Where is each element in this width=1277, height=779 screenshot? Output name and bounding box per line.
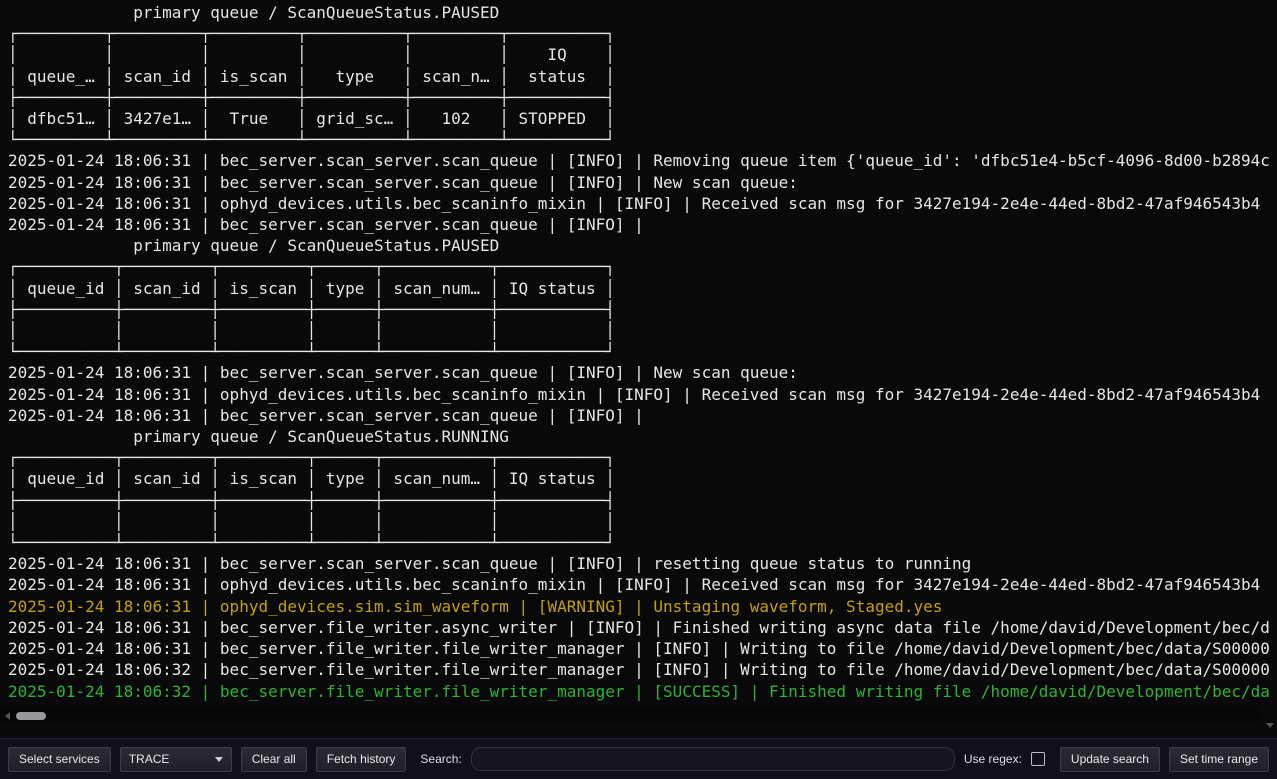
search-input[interactable] bbox=[471, 747, 955, 771]
log-line: └──────────┴─────────┴─────────┴──────┴─… bbox=[8, 341, 1277, 362]
log-line: 2025-01-24 18:06:31 | bec_server.file_wr… bbox=[8, 617, 1277, 638]
scroll-down-arrow-icon[interactable] bbox=[1266, 723, 1274, 728]
update-search-button[interactable]: Update search bbox=[1060, 747, 1160, 772]
search-label: Search: bbox=[420, 752, 461, 766]
log-line: 2025-01-24 18:06:31 | bec_server.scan_se… bbox=[8, 405, 1277, 426]
log-line: │ │ │ │ │ │ │ bbox=[8, 320, 1277, 341]
log-line: 2025-01-24 18:06:31 | ophyd_devices.sim.… bbox=[8, 596, 1277, 617]
log-line: │ │ │ │ │ │ │ bbox=[8, 511, 1277, 532]
log-line: ┌─────────┬─────────┬─────────┬─────────… bbox=[8, 23, 1277, 44]
log-line: primary queue / ScanQueueStatus.RUNNING bbox=[8, 426, 1277, 447]
clear-all-button[interactable]: Clear all bbox=[241, 747, 307, 772]
log-line: │ queue_id │ scan_id │ is_scan │ type │ … bbox=[8, 278, 1277, 299]
log-line: │ queue_id │ scan_id │ is_scan │ type │ … bbox=[8, 468, 1277, 489]
log-line: 2025-01-24 18:06:31 | bec_server.file_wr… bbox=[8, 638, 1277, 659]
log-line: 2025-01-24 18:06:31 | bec_server.scan_se… bbox=[8, 150, 1277, 171]
horizontal-scrollbar[interactable] bbox=[0, 708, 1260, 723]
log-line: 2025-01-24 18:06:32 | bec_server.file_wr… bbox=[8, 659, 1277, 680]
log-line: 2025-01-24 18:06:31 | bec_server.scan_se… bbox=[8, 553, 1277, 574]
select-services-button[interactable]: Select services bbox=[8, 747, 111, 772]
log-line: │ │ │ │ │ │ IQ │ bbox=[8, 44, 1277, 65]
scroll-left-arrow-icon[interactable] bbox=[5, 712, 10, 720]
log-level-selected-value: TRACE bbox=[129, 752, 170, 766]
set-time-range-button[interactable]: Set time range bbox=[1169, 747, 1269, 772]
log-line: 2025-01-24 18:06:32 | bec_server.file_wr… bbox=[8, 681, 1277, 702]
fetch-history-button[interactable]: Fetch history bbox=[316, 747, 407, 772]
log-line: 2025-01-24 18:06:31 | bec_server.scan_se… bbox=[8, 172, 1277, 193]
log-line: │ queue_… │ scan_id │ is_scan │ type │ s… bbox=[8, 66, 1277, 87]
log-line: ┌──────────┬─────────┬─────────┬──────┬─… bbox=[8, 256, 1277, 277]
log-line: 2025-01-24 18:06:31 | ophyd_devices.util… bbox=[8, 384, 1277, 405]
horizontal-scrollbar-handle[interactable] bbox=[16, 712, 46, 720]
log-level-dropdown[interactable]: TRACE bbox=[120, 747, 232, 772]
log-line: primary queue / ScanQueueStatus.PAUSED bbox=[8, 2, 1277, 23]
use-regex-label: Use regex: bbox=[964, 752, 1022, 766]
log-line: │ dfbc51… │ 3427e1… │ True │ grid_sc… │ … bbox=[8, 108, 1277, 129]
chevron-down-icon bbox=[215, 757, 223, 762]
log-line: ├─────────┼─────────┼─────────┼─────────… bbox=[8, 87, 1277, 108]
log-line: 2025-01-24 18:06:31 | ophyd_devices.util… bbox=[8, 574, 1277, 595]
log-line: └─────────┴─────────┴─────────┴─────────… bbox=[8, 129, 1277, 150]
log-line: ├──────────┼─────────┼─────────┼──────┼─… bbox=[8, 299, 1277, 320]
log-line: 2025-01-24 18:06:31 | ophyd_devices.util… bbox=[8, 193, 1277, 214]
log-line: 2025-01-24 18:06:31 | bec_server.scan_se… bbox=[8, 214, 1277, 235]
log-line: primary queue / ScanQueueStatus.PAUSED bbox=[8, 235, 1277, 256]
log-line: ├──────────┼─────────┼─────────┼──────┼─… bbox=[8, 490, 1277, 511]
bottom-toolbar: Select services TRACE Clear all Fetch hi… bbox=[0, 738, 1277, 779]
log-viewer-window: primary queue / ScanQueueStatus.PAUSED┌─… bbox=[0, 0, 1277, 779]
log-line: ┌──────────┬─────────┬─────────┬──────┬─… bbox=[8, 447, 1277, 468]
log-line: 2025-01-24 18:06:31 | bec_server.scan_se… bbox=[8, 362, 1277, 383]
log-line: └──────────┴─────────┴─────────┴──────┴─… bbox=[8, 532, 1277, 553]
use-regex-checkbox[interactable] bbox=[1031, 752, 1045, 766]
log-output[interactable]: primary queue / ScanQueueStatus.PAUSED┌─… bbox=[0, 0, 1277, 707]
